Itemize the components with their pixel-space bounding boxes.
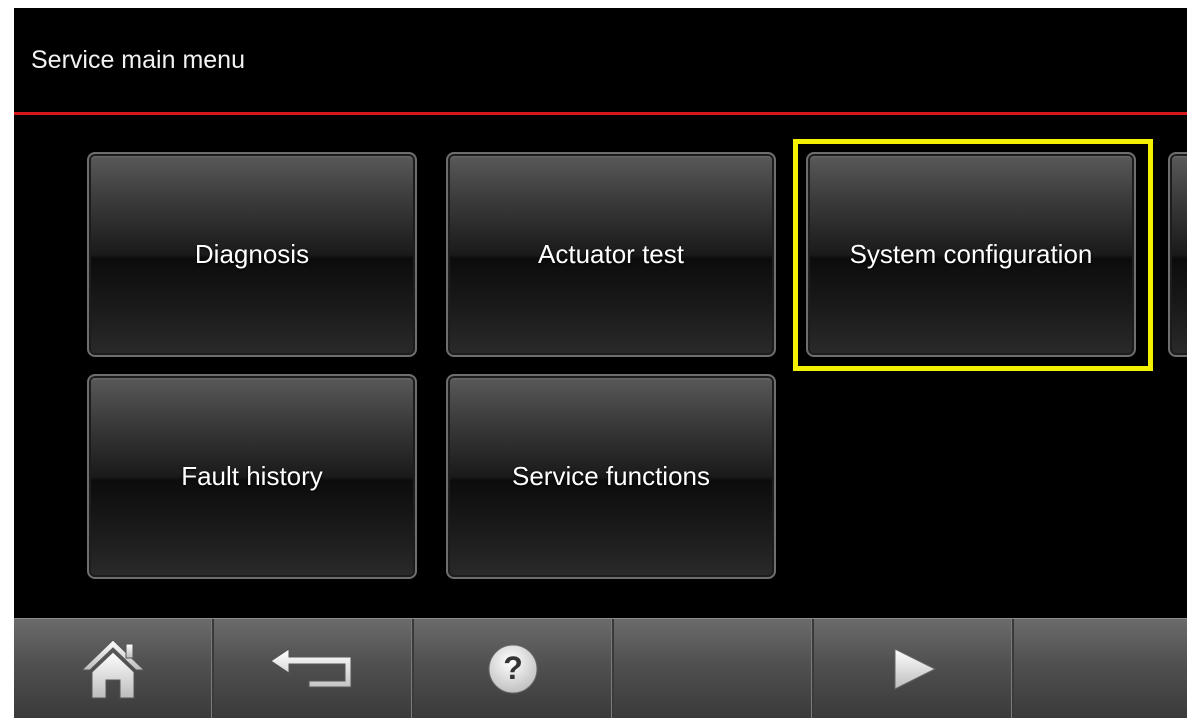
next-tile-partial[interactable] — [1168, 152, 1187, 357]
system-configuration-button[interactable]: System configuration — [806, 152, 1136, 357]
fault-history-label: Fault history — [181, 461, 323, 491]
bottom-toolbar: ? — [14, 618, 1187, 718]
actuator-test-button[interactable]: Actuator test — [446, 152, 776, 357]
title-bar: Service main menu — [14, 8, 1187, 112]
play-next-icon — [894, 648, 937, 690]
back-arrow-icon — [270, 648, 352, 688]
service-functions-button[interactable]: Service functions — [446, 374, 776, 579]
service-screen: Service main menu Diagnosis Actuator tes… — [14, 8, 1187, 718]
toolbar-empty-slot-2[interactable] — [1014, 619, 1187, 718]
diagnosis-button[interactable]: Diagnosis — [87, 152, 417, 357]
title-divider — [14, 112, 1187, 115]
svg-text:?: ? — [503, 650, 523, 686]
home-icon — [80, 639, 146, 699]
toolbar-empty-slot-1[interactable] — [614, 619, 814, 718]
diagnosis-label: Diagnosis — [194, 239, 310, 269]
page-title: Service main menu — [31, 46, 245, 74]
fault-history-button[interactable]: Fault history — [87, 374, 417, 579]
next-button[interactable] — [814, 619, 1014, 718]
help-button[interactable]: ? — [414, 619, 614, 718]
back-button[interactable] — [214, 619, 414, 718]
service-functions-label: Service functions — [512, 461, 710, 491]
actuator-test-label: Actuator test — [538, 239, 684, 269]
system-configuration-label: System configuration — [849, 239, 1093, 269]
help-icon: ? — [488, 644, 538, 694]
home-button[interactable] — [14, 619, 214, 718]
